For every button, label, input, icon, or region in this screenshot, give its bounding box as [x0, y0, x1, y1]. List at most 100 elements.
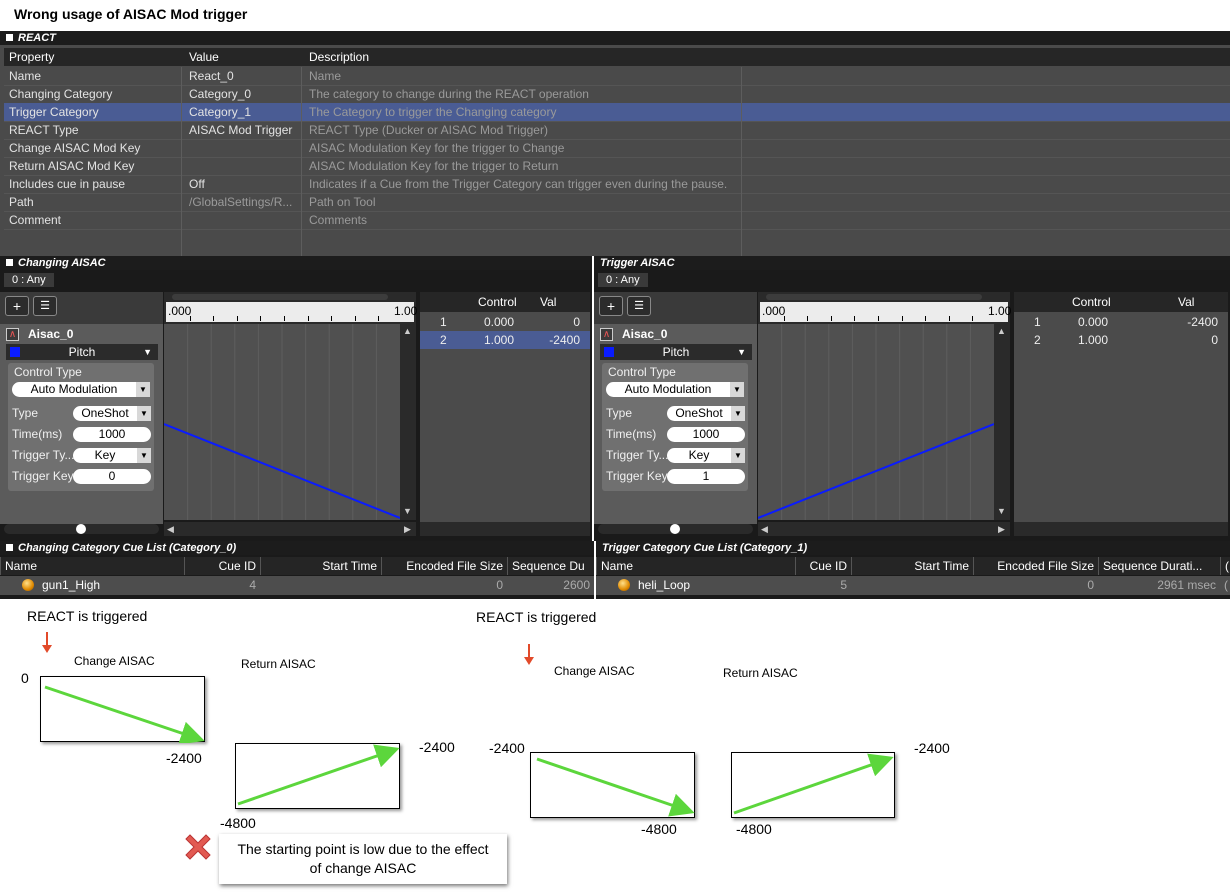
chevron-down-icon[interactable]: ▼	[136, 382, 150, 397]
type-select[interactable]: OneShot	[73, 406, 137, 421]
trigger-key-input[interactable]: 0	[73, 469, 151, 484]
scroll-up-icon[interactable]: ▲	[997, 326, 1006, 336]
cue-header-name[interactable]: Name	[0, 557, 184, 575]
property-row[interactable]: REACT Type AISAC Mod Trigger REACT Type (D…	[4, 121, 1230, 139]
aisac-name[interactable]: Aisac_0	[28, 327, 73, 341]
property-name: Change AISAC Mod Key	[9, 141, 141, 155]
tab-any[interactable]: 0 : Any	[598, 273, 648, 287]
ruler-start-label: .000	[168, 304, 192, 318]
property-description: The Category to trigger the Changing cat…	[309, 105, 557, 119]
property-row[interactable]: Return AISAC Mod Key✔1AISAC Modulation K…	[4, 157, 1230, 175]
scroll-thumb[interactable]	[670, 524, 680, 534]
property-row[interactable]: Change AISAC Mod Key✔0AISAC Modulation K…	[4, 139, 1230, 157]
property-value[interactable]: Category_0	[189, 85, 305, 103]
property-value[interactable]: Off	[189, 175, 305, 193]
ruler-slider[interactable]	[766, 294, 982, 300]
trigger-type-select[interactable]: Key	[667, 448, 731, 463]
property-row[interactable]: Name React_0 Name	[4, 67, 1230, 85]
trigger-key-input-label: Trigger Key	[12, 469, 74, 483]
scroll-down-icon[interactable]: ▼	[997, 506, 1006, 516]
cue-header-encoded_size[interactable]: Encoded File Size	[973, 557, 1098, 575]
table-hscroll[interactable]	[420, 522, 590, 536]
property-row[interactable]: Includes cue in pause Off Indicates if a C…	[4, 175, 1230, 193]
scroll-up-icon[interactable]: ▲	[403, 326, 412, 336]
time-input[interactable]: 1000	[73, 427, 151, 442]
trigger-aisac-title: Trigger AISAC	[600, 257, 675, 269]
row-divider	[4, 229, 1230, 230]
chevron-down-icon[interactable]: ▼	[137, 448, 151, 463]
ruler-tick	[307, 316, 309, 321]
point-control: 0.000	[484, 315, 515, 329]
chevron-down-icon[interactable]: ▼	[730, 382, 744, 397]
green-arrow-down-icon	[536, 757, 695, 817]
property-row[interactable]: Path/GlobalSettings/R... Path on Tool	[4, 193, 1230, 211]
control-type-select[interactable]: Auto Modulation	[606, 382, 730, 397]
control-type-select[interactable]: Auto Modulation	[12, 382, 136, 397]
chevron-down-icon[interactable]: ▼	[731, 406, 745, 421]
property-row[interactable]: Changing Category Category_0 The category …	[4, 85, 1230, 103]
trigger-type-select[interactable]: Key	[73, 448, 137, 463]
add-aisac-button[interactable]: +	[599, 296, 623, 316]
graph-hscroll[interactable]	[758, 522, 1010, 536]
value-label: -4800	[220, 815, 256, 831]
ruler-tick	[972, 316, 974, 321]
aisac-curve[interactable]	[758, 324, 994, 520]
header-value: Value	[189, 50, 219, 64]
table-hscroll[interactable]	[1014, 522, 1228, 536]
scroll-down-icon[interactable]: ▼	[403, 506, 412, 516]
ruler-tick	[331, 316, 333, 321]
add-aisac-button[interactable]: +	[5, 296, 29, 316]
property-row[interactable]: Trigger Category Category_1 The Category t…	[4, 103, 1230, 121]
cue-cell-name: heli_Loop	[638, 578, 691, 592]
time-input-label: Time(ms)	[12, 427, 63, 441]
property-value[interactable]: Category_1	[189, 103, 305, 121]
points-table-header	[1014, 292, 1228, 312]
cue-header-encoded_size[interactable]: Encoded File Size	[381, 557, 507, 575]
cue-header-sequence[interactable]: Sequence Du	[507, 557, 594, 575]
scroll-right-icon[interactable]: ▶	[998, 524, 1005, 535]
callout-note: The starting point is low due to the eff…	[219, 834, 507, 884]
scroll-left-icon[interactable]: ◀	[761, 524, 768, 535]
aisac-name[interactable]: Aisac_0	[622, 327, 667, 341]
chevron-down-icon[interactable]: ▼	[731, 448, 745, 463]
cue-header-cue_id[interactable]: Cue ID	[795, 557, 851, 575]
cue-header-sequence[interactable]: Sequence Durati...	[1098, 557, 1220, 575]
control-type-label: Control Type	[14, 365, 82, 379]
trigger-key-input[interactable]: 1	[667, 469, 745, 484]
cue-header-name[interactable]: Name	[596, 557, 795, 575]
cue-header-start_time[interactable]: Start Time	[260, 557, 381, 575]
type-select[interactable]: OneShot	[667, 406, 731, 421]
list-view-button[interactable]: ☰	[33, 296, 57, 316]
property-description: Name	[309, 69, 342, 83]
graph-vscroll[interactable]	[400, 324, 416, 520]
scroll-thumb[interactable]	[76, 524, 86, 534]
property-value[interactable]: React_0	[189, 67, 305, 85]
pitch-dropdown[interactable]: Pitch ▼	[6, 344, 158, 360]
cue-header-start_time[interactable]: Start Time	[851, 557, 973, 575]
ruler-start-label: .000	[762, 304, 786, 318]
property-value[interactable]: AISAC Mod Trigger	[189, 121, 305, 139]
list-view-button[interactable]: ☰	[627, 296, 651, 316]
ruler-tick	[783, 316, 785, 321]
ruler-slider[interactable]	[172, 294, 388, 300]
cue-cell-sequence: 2600	[563, 578, 590, 592]
property-row[interactable]: Comment Comments	[4, 211, 1230, 229]
property-value[interactable]: /GlobalSettings/R...	[189, 193, 305, 211]
cue-header-cue_id[interactable]: Cue ID	[184, 557, 260, 575]
aisac-curve[interactable]	[164, 324, 400, 520]
graph-vscroll[interactable]	[994, 324, 1010, 520]
aisac-graph[interactable]	[164, 324, 400, 520]
graph-hscroll[interactable]	[164, 522, 416, 536]
changing-aisac-title: Changing AISAC	[18, 257, 106, 269]
aisac-graph[interactable]	[758, 324, 994, 520]
cue-header-extra[interactable]: (	[1220, 557, 1230, 575]
chevron-down-icon[interactable]: ▼	[137, 406, 151, 421]
scroll-left-icon[interactable]: ◀	[167, 524, 174, 535]
property-description: REACT Type (Ducker or AISAC Mod Trigger)	[309, 123, 548, 137]
time-input[interactable]: 1000	[667, 427, 745, 442]
scroll-right-icon[interactable]: ▶	[404, 524, 411, 535]
point-control: 1.000	[1078, 333, 1109, 347]
tab-any[interactable]: 0 : Any	[4, 273, 54, 287]
pitch-dropdown[interactable]: Pitch ▼	[600, 344, 752, 360]
point-value: 0	[1211, 333, 1218, 347]
